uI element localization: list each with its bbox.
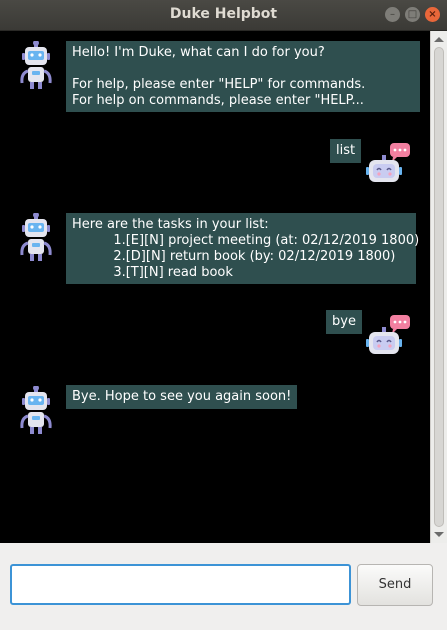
scroll-up-icon[interactable] [434, 37, 444, 42]
chat-robot-avatar-icon [366, 141, 416, 189]
robot-avatar-icon [16, 385, 56, 442]
title-bar: Duke Helpbot – □ × [0, 0, 447, 31]
send-button[interactable]: Send [357, 564, 433, 606]
close-button[interactable]: × [425, 7, 440, 22]
scrollbar-thumb[interactable] [434, 47, 444, 527]
user-message-bubble: list [330, 139, 362, 163]
chat-dialog-area: Hello! I'm Duke, what can I do for you? … [0, 31, 430, 543]
robot-avatar-icon [16, 212, 56, 269]
message-input[interactable] [10, 564, 351, 605]
robot-avatar-icon [16, 40, 56, 97]
duke-message-bubble: Bye. Hope to see you again soon! [66, 385, 298, 409]
scroll-down-icon[interactable] [434, 532, 444, 537]
duke-message-bubble: Here are the tasks in your list: 1.[E][N… [66, 213, 419, 284]
chat-robot-avatar-icon [366, 313, 416, 361]
user-message-bubble: bye [326, 310, 362, 334]
maximize-button[interactable]: □ [405, 7, 420, 22]
window-title: Duke Helpbot [169, 6, 278, 22]
minimize-button[interactable]: – [385, 7, 400, 22]
duke-message-bubble: Hello! I'm Duke, what can I do for you? … [66, 41, 420, 112]
chat-scrollbar[interactable] [430, 31, 447, 543]
